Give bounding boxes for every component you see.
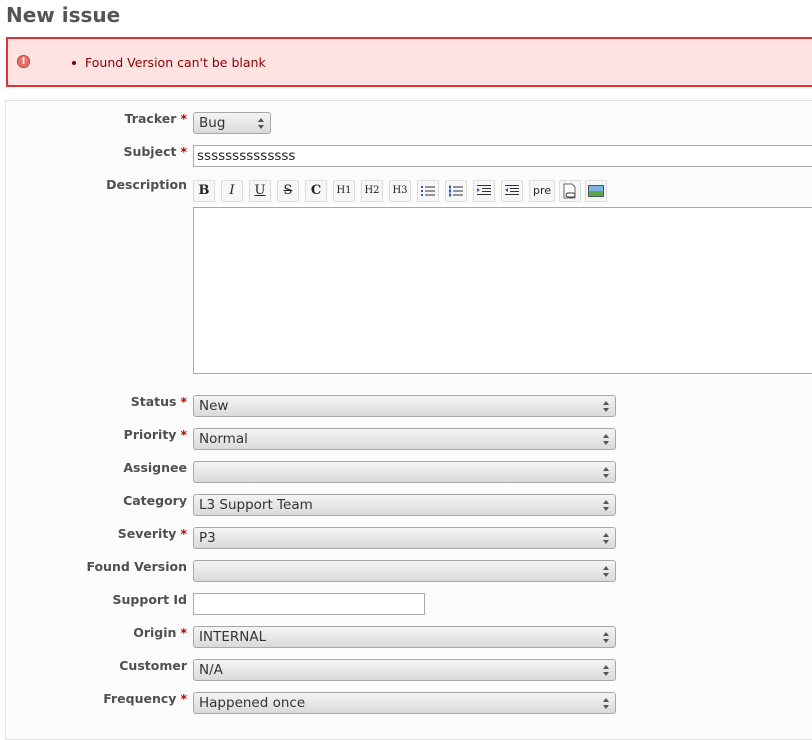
strikethrough-button[interactable]: S (277, 180, 299, 202)
select-arrows-icon (603, 663, 610, 677)
preformatted-button[interactable]: pre (529, 180, 555, 202)
select-arrows-icon (603, 696, 610, 710)
error-icon: ! (17, 55, 30, 68)
support-id-label: Support Id (112, 592, 187, 607)
category-label: Category (123, 493, 187, 508)
tracker-label: Tracker * (124, 111, 187, 126)
bold-button[interactable]: B (193, 180, 215, 202)
description-label: Description (106, 177, 187, 192)
required-mark: * (180, 427, 187, 442)
link-page-icon (563, 183, 576, 199)
select-arrows-icon (603, 531, 610, 545)
page-title: New issue (6, 3, 121, 27)
assignee-label: Assignee (123, 460, 187, 475)
select-arrows-icon (603, 498, 610, 512)
select-arrows-icon (603, 564, 610, 578)
indent-icon (477, 185, 491, 195)
required-mark: * (180, 526, 187, 541)
underline-button[interactable]: U (249, 180, 271, 202)
heading-1-button[interactable]: H1 (333, 180, 355, 202)
severity-label: Severity * (117, 526, 187, 541)
select-arrows-icon (603, 630, 610, 644)
outdent-button[interactable] (501, 180, 523, 202)
required-mark: * (180, 144, 187, 159)
required-mark: * (180, 625, 187, 640)
ordered-list-icon (449, 185, 463, 197)
description-textarea[interactable] (193, 207, 812, 374)
required-mark: * (180, 111, 187, 126)
frequency-select[interactable]: Happened once (193, 692, 616, 714)
priority-label: Priority * (123, 427, 187, 442)
indent-button[interactable] (473, 180, 495, 202)
frequency-label: Frequency * (103, 691, 187, 706)
required-mark: * (180, 394, 187, 409)
error-explanation: ! Found Version can't be blank (6, 37, 812, 87)
heading-2-button[interactable]: H2 (361, 180, 383, 202)
italic-button[interactable]: I (221, 180, 243, 202)
select-arrows-icon (603, 399, 610, 413)
support-id-input[interactable] (193, 593, 425, 615)
error-list: Found Version can't be blank (72, 55, 266, 70)
image-button[interactable] (585, 180, 607, 202)
status-label: Status * (130, 394, 187, 409)
found-version-select[interactable] (193, 560, 616, 582)
unordered-list-icon (421, 186, 435, 196)
customer-select[interactable]: N/A (193, 659, 616, 681)
subject-input[interactable]: ssssssssssssss (193, 145, 812, 167)
category-select[interactable]: L3 Support Team (193, 494, 616, 516)
select-arrows-icon (603, 465, 610, 479)
subject-label: Subject * (123, 144, 187, 159)
origin-select[interactable]: INTERNAL (193, 626, 616, 648)
select-arrows-icon (258, 116, 265, 130)
unordered-list-button[interactable] (417, 180, 439, 202)
heading-3-button[interactable]: H3 (389, 180, 411, 202)
link-page-button[interactable] (559, 180, 581, 202)
priority-select[interactable]: Normal (193, 428, 616, 450)
inline-code-button[interactable]: C (305, 180, 327, 202)
ordered-list-button[interactable] (445, 180, 467, 202)
required-mark: * (180, 691, 187, 706)
assignee-select[interactable] (193, 461, 616, 483)
tracker-select[interactable]: Bug (193, 112, 271, 134)
customer-label: Customer (119, 658, 187, 673)
select-arrows-icon (603, 432, 610, 446)
found-version-label: Found Version (86, 559, 187, 574)
status-select[interactable]: New (193, 395, 616, 417)
error-item: Found Version can't be blank (72, 55, 266, 70)
outdent-icon (505, 185, 519, 195)
severity-select[interactable]: P3 (193, 527, 616, 549)
origin-label: Origin * (133, 625, 187, 640)
image-icon (588, 185, 604, 197)
